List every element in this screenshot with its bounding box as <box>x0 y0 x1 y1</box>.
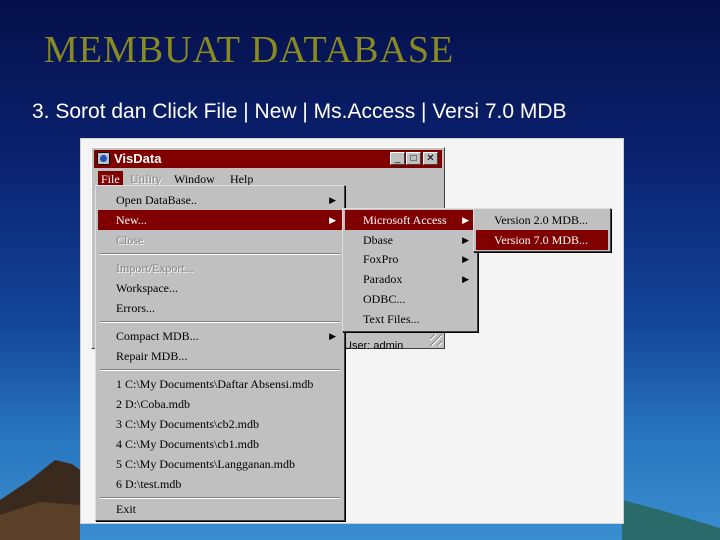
menu-item-label: Paradox <box>363 272 403 286</box>
resize-grip[interactable] <box>430 334 442 346</box>
menu-separator <box>100 253 340 255</box>
submenu-arrow-icon: ▶ <box>462 274 469 284</box>
menu-item-recent-5[interactable]: 5 C:\My Documents\Langganan.mdb <box>98 454 342 474</box>
menu-item-label: 1 C:\My Documents\Daftar Absensi.mdb <box>116 377 314 391</box>
menu-item-label: Errors... <box>116 301 155 315</box>
window-title: VisData <box>114 151 162 166</box>
menu-item-label: Repair MDB... <box>116 349 188 363</box>
menu-item-label: 4 C:\My Documents\cb1.mdb <box>116 437 259 451</box>
menu-item-recent-3[interactable]: 3 C:\My Documents\cb2.mdb <box>98 414 342 434</box>
submenu-arrow-icon: ▶ <box>329 195 336 205</box>
menu-item-recent-4[interactable]: 4 C:\My Documents\cb1.mdb <box>98 434 342 454</box>
menu-item-label: 2 D:\Coba.mdb <box>116 397 190 411</box>
menu-separator <box>100 321 340 323</box>
menu-item-new[interactable]: New... ▶ <box>98 210 342 230</box>
window-titlebar[interactable]: VisData _ □ ✕ <box>94 150 442 168</box>
menu-item-open-database[interactable]: Open DataBase.. ▶ <box>98 190 342 210</box>
menu-separator <box>100 497 340 499</box>
submenu-arrow-icon: ▶ <box>462 254 469 264</box>
menu-item-label: Dbase <box>363 233 393 247</box>
menu-item-label: New... <box>116 213 147 227</box>
close-icon[interactable]: ✕ <box>423 152 438 165</box>
new-submenu: Microsoft Access ▶ Dbase ▶ FoxPro ▶ Paradox… <box>342 208 478 332</box>
menu-item-label: Close <box>116 233 144 247</box>
slide-title: MEMBUAT DATABASE <box>44 29 455 71</box>
menu-item-compact-mdb[interactable]: Compact MDB... ▶ <box>98 326 342 346</box>
file-menu: Open DataBase.. ▶ New... ▶ Close Import/Ex… <box>95 185 345 521</box>
menu-item-exit[interactable]: Exit <box>98 500 342 518</box>
submenu-arrow-icon: ▶ <box>462 215 469 225</box>
menu-item-close[interactable]: Close <box>98 230 342 250</box>
menu-item-dbase[interactable]: Dbase ▶ <box>345 230 475 250</box>
menu-item-recent-1[interactable]: 1 C:\My Documents\Daftar Absensi.mdb <box>98 374 342 394</box>
submenu-arrow-icon: ▶ <box>329 331 336 341</box>
menu-item-microsoft-access[interactable]: Microsoft Access ▶ <box>345 210 475 230</box>
menu-item-label: Compact MDB... <box>116 329 199 343</box>
menu-item-label: 3 C:\My Documents\cb2.mdb <box>116 417 259 431</box>
menu-item-import-export[interactable]: Import/Export... <box>98 258 342 278</box>
menu-item-errors[interactable]: Errors... <box>98 298 342 318</box>
menu-item-workspace[interactable]: Workspace... <box>98 278 342 298</box>
minimize-icon[interactable]: _ <box>390 152 405 165</box>
screenshot-panel: VisData _ □ ✕ File Utility Window Help U… <box>80 138 624 524</box>
menu-item-label: Workspace... <box>116 281 179 295</box>
menu-item-label: Open DataBase.. <box>116 193 197 207</box>
access-submenu: Version 2.0 MDB... Version 7.0 MDB... <box>473 208 611 252</box>
app-icon <box>97 152 110 165</box>
menu-item-paradox[interactable]: Paradox ▶ <box>345 269 475 289</box>
menu-item-label: 6 D:\test.mdb <box>116 477 182 491</box>
submenu-arrow-icon: ▶ <box>462 235 469 245</box>
submenu-arrow-icon: ▶ <box>329 215 336 225</box>
menu-item-label: ODBC... <box>363 292 406 306</box>
maximize-icon[interactable]: □ <box>406 152 421 165</box>
menu-item-label: Version 2.0 MDB... <box>494 213 589 227</box>
menu-item-label: Microsoft Access <box>363 213 447 227</box>
menu-item-label: Text Files... <box>363 312 420 326</box>
menu-item-recent-6[interactable]: 6 D:\test.mdb <box>98 474 342 494</box>
menu-item-repair-mdb[interactable]: Repair MDB... <box>98 346 342 366</box>
menu-item-version-7-mdb[interactable]: Version 7.0 MDB... <box>476 230 608 250</box>
slide-subtitle: 3. Sorot dan Click File | New | Ms.Acces… <box>32 100 567 123</box>
menu-item-text-files[interactable]: Text Files... <box>345 309 475 329</box>
menu-item-label: FoxPro <box>363 252 399 266</box>
menu-item-recent-2[interactable]: 2 D:\Coba.mdb <box>98 394 342 414</box>
menu-item-label: Version 7.0 MDB... <box>494 233 589 247</box>
menu-item-label: Import/Export... <box>116 261 194 275</box>
menu-item-label: Exit <box>116 502 136 516</box>
menu-separator <box>100 369 340 371</box>
menu-item-label: 5 C:\My Documents\Langganan.mdb <box>116 457 295 471</box>
menu-item-odbc[interactable]: ODBC... <box>345 289 475 309</box>
menu-item-foxpro[interactable]: FoxPro ▶ <box>345 249 475 269</box>
status-user: User: admin <box>344 340 404 352</box>
menu-item-version-2-mdb[interactable]: Version 2.0 MDB... <box>476 210 608 230</box>
